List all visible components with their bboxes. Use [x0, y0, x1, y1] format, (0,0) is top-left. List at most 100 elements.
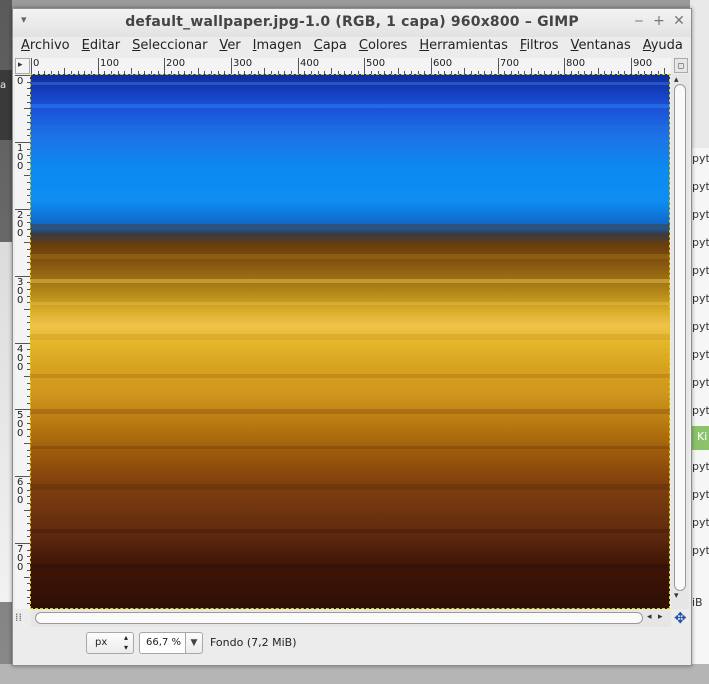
- ruler-label: 100: [17, 143, 24, 172]
- ruler-label: 600: [17, 477, 24, 506]
- ruler-tick: [631, 58, 632, 74]
- ruler-label: 0: [33, 58, 40, 69]
- close-icon[interactable]: ✕: [671, 13, 687, 29]
- menu-label-rest: eleccionar: [140, 38, 208, 53]
- ruler-label: 100: [100, 58, 120, 69]
- background-left-text: a: [0, 80, 7, 91]
- background-list-item: pyte: [692, 264, 709, 277]
- status-bar: px ▴ ▾ 66,7 % ▼ Fondo (7,2 MiB): [13, 629, 691, 665]
- image-streak: [30, 279, 670, 283]
- image-streak: [30, 374, 670, 378]
- ruler-label: 0: [17, 76, 24, 87]
- ruler-tick: [431, 58, 432, 74]
- image-streak: [30, 334, 670, 340]
- scroll-left-icon[interactable]: ◂: [647, 612, 652, 622]
- image-streak: [30, 224, 670, 227]
- layer-info: Fondo (7,2 MiB): [210, 636, 297, 649]
- ruler-label: 300: [17, 277, 24, 306]
- zoom-input[interactable]: 66,7 %: [139, 632, 185, 654]
- quick-mask-icon[interactable]: ⁞⁞: [15, 611, 22, 624]
- horizontal-scroll-thumb[interactable]: [35, 612, 643, 624]
- horizontal-ruler[interactable]: 0 100 200 300 400 500 600 700 800 900: [31, 58, 671, 75]
- navigate-icon[interactable]: ✥: [674, 609, 687, 627]
- ruler-label: 400: [300, 58, 320, 69]
- ruler-label: 600: [433, 58, 453, 69]
- menu-ventanas[interactable]: Ventanas: [565, 37, 637, 57]
- title-bar[interactable]: ▾ default_wallpaper.jpg-1.0 (RGB, 1 capa…: [13, 9, 691, 37]
- zoom-dropdown-icon[interactable]: ▼: [185, 632, 203, 654]
- menu-editar[interactable]: Editar: [76, 37, 127, 57]
- image-streak: [30, 82, 670, 85]
- ruler-label: 700: [500, 58, 520, 69]
- image-streak: [30, 254, 670, 259]
- image-streak: [30, 484, 670, 490]
- menu-capa[interactable]: Capa: [308, 37, 353, 57]
- background-list-item: pyte: [692, 236, 709, 249]
- menu-mnemonic: A: [642, 38, 651, 53]
- gimp-image-window: ▾ default_wallpaper.jpg-1.0 (RGB, 1 capa…: [12, 8, 692, 666]
- menu-mnemonic: A: [21, 38, 30, 53]
- ruler-tick: [164, 58, 165, 74]
- image-canvas[interactable]: [30, 74, 670, 609]
- background-list-item: pyte: [692, 348, 709, 361]
- image-streak: [30, 104, 670, 108]
- ruler-tick: [231, 58, 232, 74]
- ruler-tick: [564, 58, 565, 74]
- menu-filtros[interactable]: Filtros: [514, 37, 565, 57]
- ruler-label: 800: [566, 58, 586, 69]
- menu-label-rest: yuda: [650, 38, 683, 53]
- ruler-label: 300: [233, 58, 253, 69]
- image-streak: [30, 302, 670, 305]
- ruler-label: 500: [17, 410, 24, 439]
- background-list-item: pyte: [692, 460, 709, 473]
- background-list-item: pyte: [692, 516, 709, 529]
- scroll-up-icon[interactable]: ▴: [674, 75, 679, 85]
- menu-seleccionar[interactable]: Seleccionar: [126, 37, 213, 57]
- ruler-tick: [98, 58, 99, 74]
- menu-ayuda[interactable]: Ayuda: [637, 37, 689, 57]
- ruler-label: 900: [633, 58, 653, 69]
- minimize-icon[interactable]: ‒: [631, 13, 647, 29]
- background-right-header: [690, 0, 709, 148]
- background-list-item: pyte: [692, 152, 709, 165]
- menu-arrow-button[interactable]: ▸: [15, 58, 30, 74]
- background-list-item: pyte: [692, 404, 709, 417]
- scroll-right-icon[interactable]: ▸: [658, 612, 663, 622]
- zoom-fit-icon[interactable]: ◻: [674, 58, 688, 73]
- menu-herramientas[interactable]: Herramientas: [413, 37, 514, 57]
- menu-colores[interactable]: Colores: [353, 37, 413, 57]
- maximize-icon[interactable]: +: [651, 13, 667, 29]
- image-streak: [30, 564, 670, 569]
- vertical-scroll-thumb[interactable]: [674, 84, 686, 591]
- menu-label-rest: magen: [256, 38, 302, 53]
- menu-label-rest: olores: [367, 38, 408, 53]
- window-title: default_wallpaper.jpg-1.0 (RGB, 1 capa) …: [125, 14, 579, 30]
- menu-label-rest: erramientas: [429, 38, 508, 53]
- play-icon: ▸: [18, 60, 23, 70]
- ruler-label: 700: [17, 544, 24, 573]
- menu-label-rest: rchivo: [29, 38, 70, 53]
- background-list-item: pyte: [692, 208, 709, 221]
- ruler-tick: [498, 58, 499, 74]
- background-list-item: pyte: [692, 180, 709, 193]
- background-list-item: pyte: [692, 376, 709, 389]
- menu-ver[interactable]: Ver: [213, 37, 246, 57]
- menu-mnemonic: E: [81, 38, 90, 53]
- menu-imagen[interactable]: Imagen: [247, 37, 308, 57]
- image-streak: [30, 126, 670, 128]
- image-streak: [30, 529, 670, 533]
- unit-selector[interactable]: px ▴ ▾: [86, 632, 134, 654]
- background-window-fragment: [0, 242, 12, 602]
- vertical-ruler[interactable]: 0 100 200 300 400 500 600 700: [15, 75, 31, 609]
- menu-bar: Archivo Editar Seleccionar Ver Imagen Capa Col…: [13, 37, 691, 57]
- menu-mnemonic: C: [313, 38, 323, 53]
- ruler-tick: [31, 58, 32, 74]
- image-streak: [30, 409, 670, 414]
- scroll-down-icon[interactable]: ▾: [674, 591, 679, 601]
- spin-arrows-icon: ▴ ▾: [123, 633, 128, 652]
- image-streak: [30, 446, 670, 449]
- menu-archivo[interactable]: Archivo: [13, 37, 76, 57]
- menu-mnemonic: C: [358, 38, 368, 53]
- background-list-item: pyte: [692, 544, 709, 557]
- menu-label-rest: apa: [322, 38, 347, 53]
